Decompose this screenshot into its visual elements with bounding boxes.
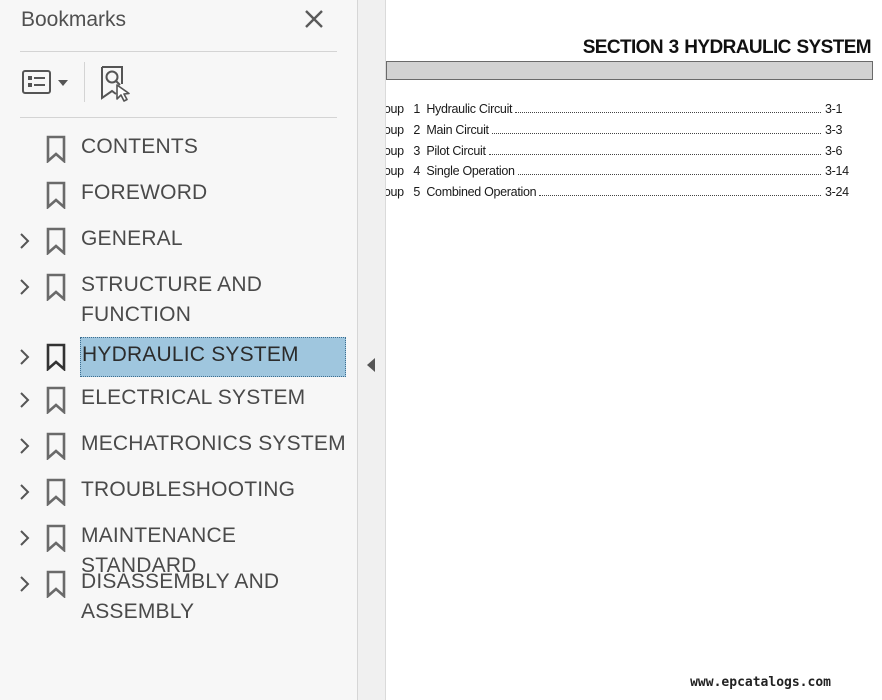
bookmark-item[interactable]: MAINTENANCE STANDARD: [0, 520, 357, 577]
expand-chevron-icon[interactable]: [16, 391, 34, 409]
toc-page-number: 3-24: [825, 185, 849, 199]
bookmark-icon: [45, 135, 67, 164]
panel-title: Bookmarks: [21, 8, 127, 31]
toc-dot-leader: [492, 133, 821, 134]
bookmark-item[interactable]: FOREWORD: [0, 177, 357, 215]
close-icon: [305, 10, 323, 28]
bookmarks-panel: Bookmarks CONTENTS FOREWORD GENERAL STRUCTU…: [0, 0, 358, 700]
bookmark-label: ELECTRICAL SYSTEM: [81, 386, 306, 409]
expand-chevron-icon[interactable]: [16, 529, 34, 547]
section-title-bar: [386, 61, 873, 80]
collapse-left-icon: [367, 358, 375, 372]
toc-entry-title: roup 3 Pilot Circuit: [386, 144, 486, 158]
bookmark-icon: [45, 570, 67, 599]
bookmark-item[interactable]: CONTENTS: [0, 131, 357, 169]
expand-chevron-icon[interactable]: [16, 348, 34, 366]
bookmark-icon: [45, 343, 67, 372]
bookmark-label: STRUCTURE AND FUNCTION: [81, 273, 263, 326]
bookmark-icon: [45, 273, 67, 302]
toc-entry[interactable]: roup 5 Combined Operation 3-24: [386, 185, 865, 201]
toc-page-number: 3-1: [825, 102, 843, 116]
bookmark-icon: [45, 524, 67, 553]
toc-dot-leader: [515, 112, 821, 113]
toc-entry-title: roup 5 Combined Operation: [386, 185, 537, 199]
toc-page-number: 3-14: [825, 164, 849, 178]
bookmark-item[interactable]: DISASSEMBLY AND ASSEMBLY: [0, 566, 357, 628]
bookmark-options-icon: [22, 70, 68, 94]
divider: [20, 117, 337, 118]
bookmark-item[interactable]: ELECTRICAL SYSTEM: [0, 382, 357, 420]
bookmark-label: TROUBLESHOOTING: [81, 478, 296, 501]
toc-entry[interactable]: roup 4 Single Operation 3-14: [386, 164, 865, 180]
bookmark-icon: [45, 227, 67, 256]
toc-page-number: 3-3: [825, 123, 843, 137]
toc-dot-leader: [539, 195, 821, 196]
toc-entry[interactable]: roup 1 Hydraulic Circuit 3-1: [386, 102, 865, 118]
bookmark-icon: [45, 386, 67, 415]
bookmark-label: DISASSEMBLY AND ASSEMBLY: [81, 570, 280, 623]
panel-splitter[interactable]: [358, 0, 386, 700]
bookmark-item[interactable]: STRUCTURE AND FUNCTION: [0, 269, 357, 331]
bookmark-icon: [45, 181, 67, 210]
document-page: SECTION 3 HYDRAULIC SYSTEM roup 1 Hydrau…: [386, 0, 882, 700]
expand-chevron-icon[interactable]: [16, 278, 34, 296]
bookmark-item[interactable]: HYDRAULIC SYSTEM: [0, 337, 357, 377]
expand-chevron-icon[interactable]: [16, 575, 34, 593]
divider: [20, 51, 337, 52]
toolbar-separator: [84, 62, 85, 102]
toc-page-number: 3-6: [825, 144, 843, 158]
bookmark-icon: [45, 478, 67, 507]
bookmark-label: GENERAL: [81, 227, 183, 250]
bookmark-label: FOREWORD: [81, 181, 208, 204]
footer-url: www.epcatalogs.com: [690, 675, 831, 690]
bookmark-label: MECHATRONICS SYSTEM: [81, 432, 346, 455]
find-current-bookmark-icon: [101, 66, 130, 102]
bookmark-label: CONTENTS: [81, 135, 199, 158]
toc-entry-title: roup 4 Single Operation: [386, 164, 515, 178]
bookmark-item[interactable]: GENERAL: [0, 223, 357, 261]
toc-dot-leader: [489, 154, 821, 155]
find-current-bookmark-button[interactable]: [98, 64, 134, 102]
expand-chevron-icon[interactable]: [16, 437, 34, 455]
close-button[interactable]: [301, 6, 327, 32]
section-title: SECTION 3 HYDRAULIC SYSTEM: [582, 37, 872, 58]
bookmark-icon: [45, 432, 67, 461]
toc-dot-leader: [518, 174, 821, 175]
bookmark-options-button[interactable]: [20, 68, 72, 98]
bookmark-item[interactable]: MECHATRONICS SYSTEM: [0, 428, 357, 466]
bookmark-item[interactable]: TROUBLESHOOTING: [0, 474, 357, 512]
expand-chevron-icon[interactable]: [16, 232, 34, 250]
toc-entry-title: roup 1 Hydraulic Circuit: [386, 102, 513, 116]
bookmark-label: HYDRAULIC SYSTEM: [80, 337, 346, 377]
toc-entry[interactable]: roup 2 Main Circuit 3-3: [386, 123, 865, 139]
collapse-panel-button[interactable]: [365, 357, 377, 373]
toc-entry-title: roup 2 Main Circuit: [386, 123, 489, 137]
expand-chevron-icon[interactable]: [16, 483, 34, 501]
toc-entry[interactable]: roup 3 Pilot Circuit 3-6: [386, 144, 865, 160]
